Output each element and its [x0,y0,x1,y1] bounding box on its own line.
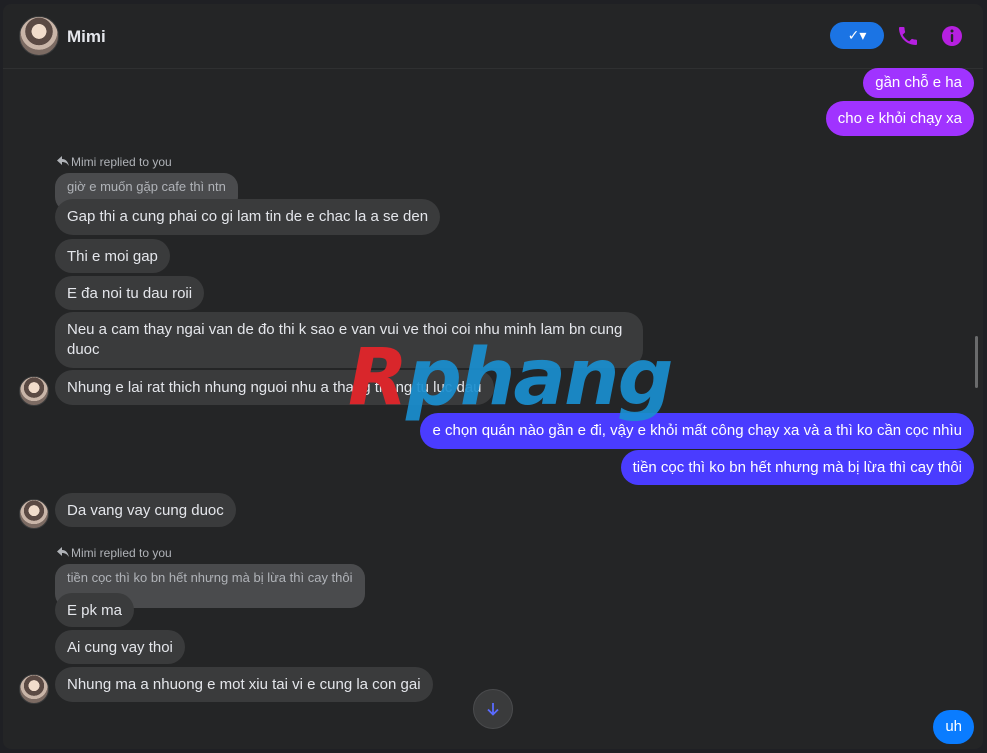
message-bubble-outgoing[interactable]: tiền cọc thì ko bn hết nhưng mà bị lừa t… [620,450,974,485]
sender-avatar[interactable] [19,674,49,704]
scrollbar-thumb[interactable] [975,336,978,388]
phone-icon[interactable] [896,24,920,48]
watermark-text: phang [406,333,673,423]
seen-status-button[interactable]: ✓▾ [830,22,884,49]
message-bubble-incoming[interactable]: Gap thi a cung phai co gi lam tin de e c… [55,199,441,235]
reply-label: Mimi replied to you [71,546,172,560]
sender-avatar[interactable] [19,376,49,406]
reply-arrow-icon [57,156,69,166]
reply-arrow-icon [57,547,69,557]
sender-avatar[interactable] [19,499,49,529]
message-bubble-outgoing[interactable]: gần chỗ e ha [863,68,974,98]
arrow-down-icon [487,703,499,716]
message-bubble-outgoing[interactable]: cho e khỏi chạy xa [825,101,974,136]
chat-window: Mimi ✓▾ gần chỗ e ha cho e khỏi chạy xa … [3,4,983,749]
contact-name[interactable]: Mimi [67,27,106,47]
watermark-letter: R [348,333,408,423]
scroll-to-bottom-button[interactable] [473,689,513,729]
info-icon[interactable] [940,24,964,48]
message-bubble-incoming[interactable]: Da vang vay cung duoc [55,493,236,527]
message-bubble-incoming[interactable]: E pk ma [55,593,135,627]
message-list[interactable]: gần chỗ e ha cho e khỏi chạy xa Mimi rep… [3,68,983,749]
contact-avatar[interactable] [19,16,59,56]
message-bubble-incoming[interactable]: Nhung ma a nhuong e mot xiu tai vi e cun… [55,667,433,702]
message-bubble-outgoing[interactable]: uh [933,710,974,744]
message-bubble-incoming[interactable]: Thi e moi gap [55,239,170,273]
message-bubble-incoming[interactable]: Ai cung vay thoi [55,630,185,664]
watermark-logo: Rphang [348,338,673,418]
chat-header: Mimi ✓▾ [3,4,983,69]
message-bubble-incoming[interactable]: E đa noi tu dau roii [55,276,205,310]
reply-label: Mimi replied to you [71,155,172,169]
